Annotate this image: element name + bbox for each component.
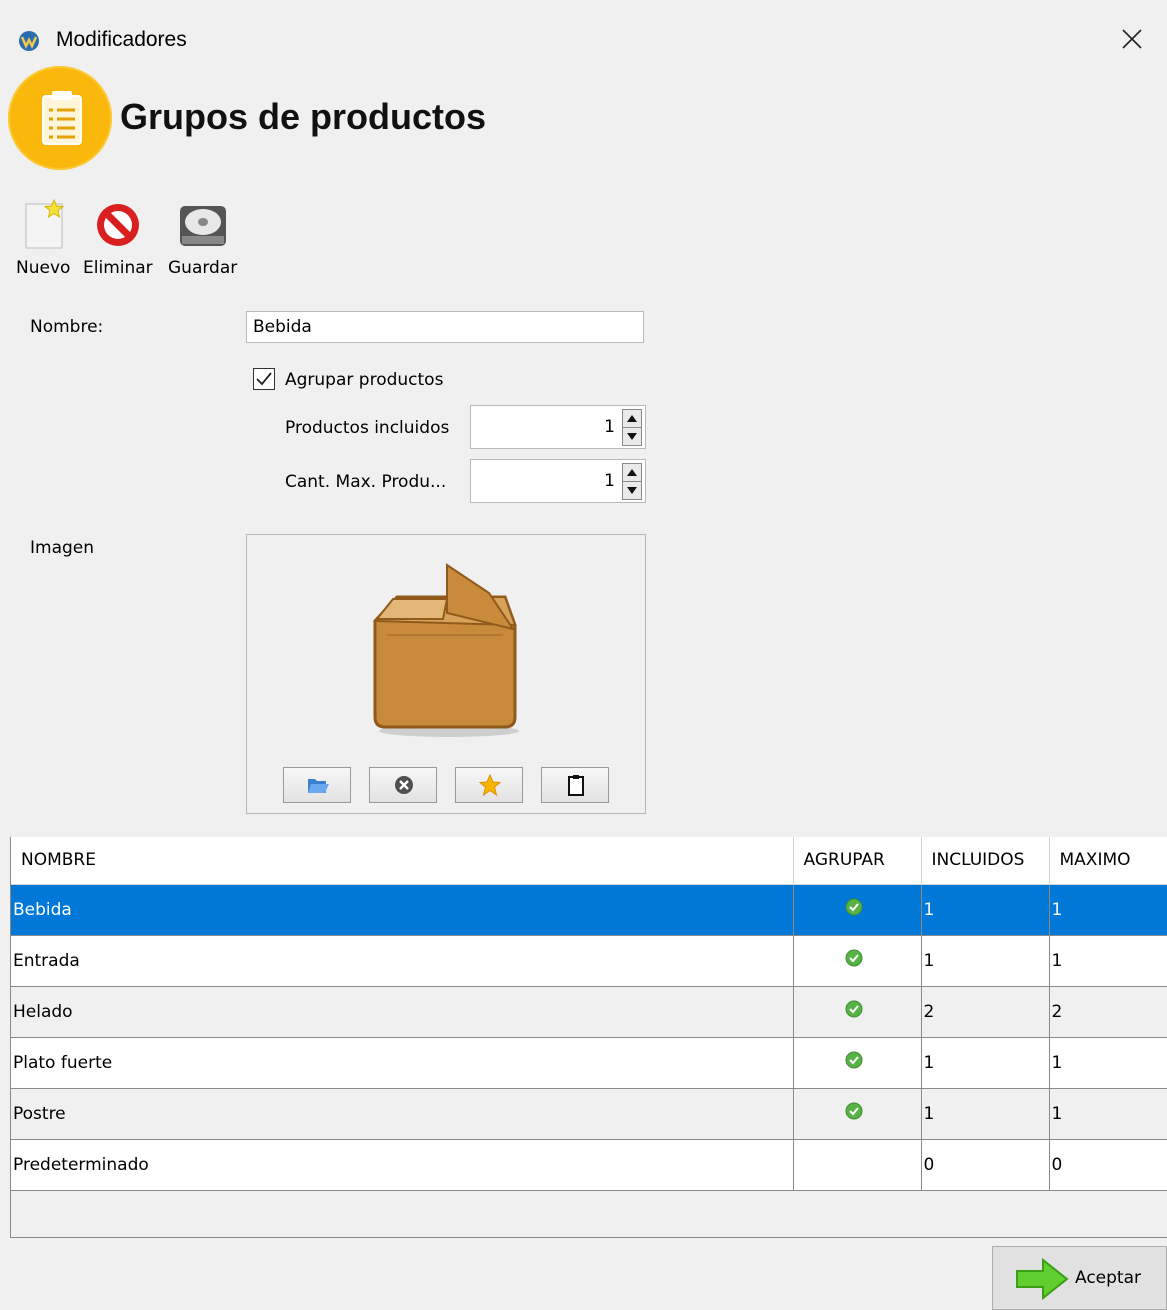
column-header-name[interactable]: NOMBRE [11, 837, 794, 885]
accept-label: Aceptar [1075, 1268, 1141, 1288]
new-document-icon [25, 198, 65, 249]
image-label: Imagen [30, 538, 95, 558]
save-label: Guardar [168, 258, 238, 278]
cell-max: 1 [1049, 935, 1167, 987]
group-products-label: Agrupar productos [285, 370, 444, 390]
cell-included: 1 [921, 1088, 1050, 1140]
arrow-up-icon [627, 415, 637, 422]
table-header-row: NOMBRE AGRUPAR INCLUIDOS MAXIMO [11, 837, 1167, 885]
clear-image-button[interactable] [369, 767, 437, 803]
close-button[interactable] [1107, 14, 1167, 66]
paste-image-button[interactable] [541, 767, 609, 803]
cell-group [793, 935, 922, 987]
check-circle-icon [845, 1051, 863, 1069]
table-row[interactable]: Helado 2 2 [11, 986, 1167, 1038]
table-row[interactable]: Entrada 1 1 [11, 935, 1167, 987]
clipboard-icon [568, 775, 584, 796]
page-title: Grupos de productos [120, 96, 487, 137]
arrow-right-icon [1016, 1257, 1069, 1301]
cell-name: Entrada [11, 935, 794, 987]
cell-included: 1 [921, 1037, 1050, 1089]
delete-label: Eliminar [83, 258, 153, 278]
cell-included: 1 [921, 884, 1050, 936]
header-icon-badge [8, 66, 112, 170]
cell-name: Postre [11, 1088, 794, 1140]
new-button[interactable]: Nuevo [16, 196, 76, 286]
included-products-label: Productos incluidos [285, 418, 450, 438]
clipboard-list-icon [42, 91, 82, 145]
name-label: Nombre: [30, 317, 104, 337]
max-products-spinner[interactable]: 1 [470, 459, 646, 503]
star-icon [478, 774, 502, 796]
table-row[interactable]: Predeterminado 0 0 [11, 1139, 1167, 1191]
column-header-group[interactable]: AGRUPAR [793, 837, 922, 885]
checkmark-icon [256, 372, 272, 386]
check-circle-icon [845, 1102, 863, 1120]
spinner-down-button[interactable] [622, 481, 642, 500]
cell-max: 2 [1049, 986, 1167, 1038]
table-row[interactable]: Plato fuerte 1 1 [11, 1037, 1167, 1089]
cell-name: Bebida [11, 884, 794, 936]
delete-icon [97, 204, 139, 246]
default-image-button[interactable] [455, 767, 523, 803]
close-icon [1122, 29, 1142, 49]
window-title: Modificadores [56, 28, 187, 51]
cell-included: 0 [921, 1139, 1050, 1191]
max-products-label: Cant. Max. Produ... [285, 472, 447, 492]
included-products-spinner[interactable]: 1 [470, 405, 646, 449]
delete-button[interactable]: Eliminar [83, 196, 163, 286]
spinner-down-button[interactable] [622, 427, 642, 446]
arrow-down-icon [627, 487, 637, 494]
arrow-down-icon [627, 433, 637, 440]
new-label: Nuevo [16, 258, 71, 278]
check-circle-icon [845, 949, 863, 967]
cell-max: 1 [1049, 1037, 1167, 1089]
cell-group [793, 1139, 922, 1191]
cell-max: 0 [1049, 1139, 1167, 1191]
column-header-max[interactable]: MAXIMO [1049, 837, 1167, 885]
accept-button[interactable]: Aceptar [992, 1246, 1167, 1310]
max-products-value: 1 [604, 471, 615, 491]
cell-max: 1 [1049, 1088, 1167, 1140]
title-bar: Modificadores [0, 0, 1167, 80]
cell-name: Plato fuerte [11, 1037, 794, 1089]
name-input[interactable] [246, 311, 644, 343]
check-circle-icon [845, 1000, 863, 1018]
cell-group [793, 1037, 922, 1089]
hard-drive-icon [180, 206, 226, 246]
cell-group [793, 884, 922, 936]
folder-open-icon [308, 779, 329, 793]
included-products-value: 1 [604, 417, 615, 437]
cell-max: 1 [1049, 884, 1167, 936]
save-button[interactable]: Guardar [168, 196, 248, 286]
open-image-button[interactable] [283, 767, 351, 803]
cell-group [793, 1088, 922, 1140]
column-header-included[interactable]: INCLUIDOS [921, 837, 1050, 885]
table-row[interactable]: Postre 1 1 [11, 1088, 1167, 1140]
image-panel [246, 534, 646, 814]
spinner-up-button[interactable] [622, 409, 642, 428]
cell-included: 1 [921, 935, 1050, 987]
arrow-up-icon [627, 469, 637, 476]
check-circle-icon [845, 898, 863, 916]
cell-included: 2 [921, 986, 1050, 1038]
spinner-up-button[interactable] [622, 463, 642, 482]
app-icon [19, 31, 39, 51]
groups-table: NOMBRE AGRUPAR INCLUIDOS MAXIMO Bebida 1 1… [10, 837, 1167, 1238]
clear-icon [395, 776, 413, 794]
group-products-checkbox[interactable] [253, 368, 275, 390]
cell-name: Predeterminado [11, 1139, 794, 1191]
table-row[interactable]: Bebida 1 1 [11, 884, 1167, 936]
cell-name: Helado [11, 986, 794, 1038]
cell-group [793, 986, 922, 1038]
package-box-icon [372, 563, 519, 737]
